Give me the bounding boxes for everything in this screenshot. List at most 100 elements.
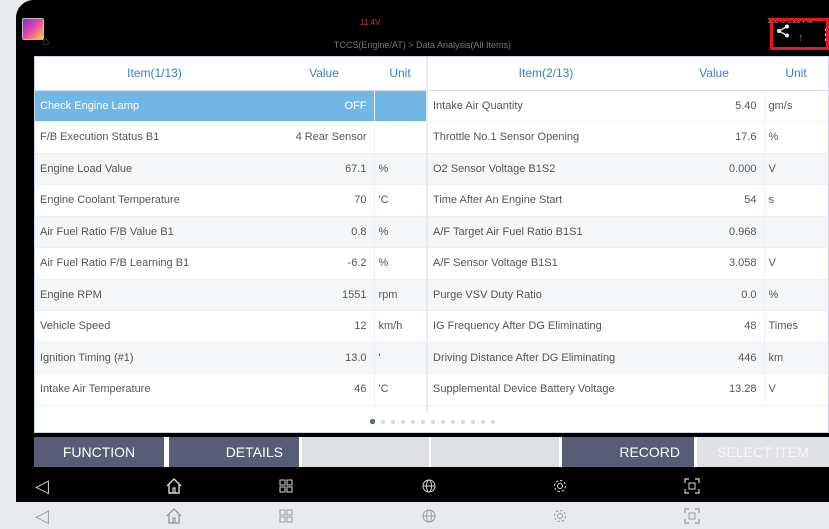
row-value: 1551 bbox=[274, 279, 374, 311]
row-unit: % bbox=[373, 216, 426, 248]
row-name: Ignition Timing (#1) bbox=[35, 342, 274, 374]
row-value: 446 bbox=[664, 342, 764, 374]
recent-apps-icon[interactable] bbox=[266, 502, 306, 529]
page-dot[interactable] bbox=[391, 419, 395, 424]
row-value: 5.40 bbox=[664, 90, 764, 122]
page-dot[interactable] bbox=[481, 419, 485, 424]
page-dot[interactable] bbox=[441, 419, 445, 424]
row-name: Time After An Engine Start bbox=[428, 184, 664, 217]
row-unit: s bbox=[763, 184, 828, 217]
row-name: F/B Execution Status B1 bbox=[35, 121, 274, 154]
table-row[interactable]: Vehicle Speed 12 km/h bbox=[35, 310, 426, 343]
tablet-screen: ⌂ 11:4V 100% 3:26 PM TCCS(Engine/AT) > D… bbox=[16, 0, 829, 529]
row-unit bbox=[763, 216, 828, 248]
table-row[interactable]: Engine Coolant Temperature 70 'C bbox=[35, 184, 426, 217]
screenshot-icon[interactable] bbox=[672, 502, 712, 529]
row-name: A/F Target Air Fuel Ratio B1S1 bbox=[428, 216, 664, 248]
page-dot[interactable] bbox=[451, 419, 455, 424]
page-dot[interactable] bbox=[431, 419, 435, 424]
settings-icon[interactable] bbox=[540, 472, 580, 500]
table-row[interactable]: Air Fuel Ratio F/B Value B1 0.8% bbox=[35, 216, 426, 248]
table-row[interactable]: Check Engine Lamp OFF bbox=[35, 90, 426, 122]
column-header-item[interactable]: Item(2/13) bbox=[428, 57, 664, 91]
row-unit: V bbox=[763, 373, 828, 406]
row-unit: gm/s bbox=[763, 90, 828, 122]
settings-icon[interactable] bbox=[540, 502, 580, 529]
table-row[interactable]: O2 Sensor Voltage B1S2 0.000 V bbox=[428, 153, 828, 185]
row-name: Supplemental Device Battery Voltage bbox=[428, 373, 664, 406]
table-row[interactable]: A/F Target Air Fuel Ratio B1S1 0.968 bbox=[428, 216, 828, 248]
table-row[interactable]: F/B Execution Status B1 4 Rear Sensor bbox=[35, 121, 426, 154]
table-row[interactable]: Engine RPM 1551 rpm bbox=[35, 279, 426, 311]
table-row[interactable]: Air Fuel Ratio F/B Learning B1 -6.2% bbox=[35, 247, 426, 280]
page-dot[interactable] bbox=[471, 419, 475, 424]
page-dot[interactable] bbox=[461, 419, 465, 424]
row-name: Purge VSV Duty Ratio bbox=[428, 279, 664, 311]
row-name: Engine RPM bbox=[35, 279, 274, 311]
status-clock: 11:4V bbox=[360, 18, 381, 27]
row-value: -6.2 bbox=[274, 247, 374, 280]
table-row[interactable]: Driving Distance After DG Eliminating 446… bbox=[428, 342, 828, 374]
row-name: Intake Air Quantity bbox=[428, 90, 664, 122]
home-icon[interactable] bbox=[154, 502, 194, 529]
page-dot[interactable] bbox=[421, 419, 425, 424]
button-bar: FUNCTION DETAILS RECORD SELECT ITEM bbox=[34, 437, 829, 467]
details-button[interactable]: DETAILS bbox=[169, 437, 299, 467]
row-unit: % bbox=[373, 247, 426, 280]
table-row[interactable]: Throttle No.1 Sensor Opening 17.6% bbox=[428, 121, 828, 154]
table-row[interactable]: Supplemental Device Battery Voltage 13.28… bbox=[428, 373, 828, 406]
row-value: 0.000 bbox=[664, 153, 764, 185]
page-dot[interactable] bbox=[411, 419, 415, 424]
table-row[interactable]: Time After An Engine Start 54 s bbox=[428, 184, 828, 217]
row-value: 54 bbox=[664, 184, 764, 217]
select-item-button[interactable]: SELECT ITEM bbox=[697, 437, 829, 467]
page-dot[interactable] bbox=[491, 419, 495, 424]
table-row[interactable]: IG Frequency After DG Eliminating 48 Times bbox=[428, 310, 828, 343]
column-header-value[interactable]: Value bbox=[274, 57, 374, 91]
page-dot[interactable] bbox=[381, 419, 385, 424]
record-button[interactable]: RECORD bbox=[562, 437, 694, 467]
page-indicator[interactable] bbox=[35, 417, 829, 427]
row-unit bbox=[373, 121, 426, 154]
home-icon[interactable] bbox=[154, 472, 194, 500]
recent-apps-icon[interactable] bbox=[266, 472, 306, 500]
row-name: Intake Air Temperature bbox=[35, 373, 274, 406]
row-name: Check Engine Lamp bbox=[35, 90, 274, 122]
page-dot[interactable] bbox=[401, 419, 405, 424]
table-row[interactable]: A/F Sensor Voltage B1S1 3.058 V bbox=[428, 247, 828, 280]
row-unit: km bbox=[763, 342, 828, 374]
row-value: 17.6 bbox=[664, 121, 764, 154]
table-row[interactable]: Ignition Timing (#1) 13.0 ' bbox=[35, 342, 426, 374]
browser-icon[interactable] bbox=[409, 502, 449, 529]
navigation-bar: ◁ bbox=[16, 472, 829, 500]
column-header-item[interactable]: Item(1/13) bbox=[35, 57, 274, 91]
row-unit bbox=[373, 90, 426, 122]
back-icon[interactable]: ◁ bbox=[22, 472, 62, 500]
table-row[interactable]: Intake Air Quantity 5.40 gm/s bbox=[428, 90, 828, 122]
column-header-unit[interactable]: Unit bbox=[374, 57, 426, 91]
row-value: 4 Rear Sensor bbox=[274, 121, 374, 154]
function-button[interactable]: FUNCTION bbox=[34, 437, 164, 467]
row-value: 3.058 bbox=[664, 247, 764, 280]
row-unit: % bbox=[373, 153, 426, 185]
back-icon[interactable]: ◁ bbox=[22, 502, 62, 529]
empty-button-slot bbox=[431, 437, 559, 467]
screenshot-icon[interactable] bbox=[672, 472, 712, 500]
table-row[interactable]: Intake Air Temperature 46 'C bbox=[35, 373, 426, 406]
row-unit: ' bbox=[373, 342, 426, 374]
table-row[interactable]: Purge VSV Duty Ratio 0.0% bbox=[428, 279, 828, 311]
row-unit: rpm bbox=[373, 279, 426, 311]
browser-icon[interactable] bbox=[409, 472, 449, 500]
row-name: Air Fuel Ratio F/B Value B1 bbox=[35, 216, 274, 248]
column-header-value[interactable]: Value bbox=[664, 57, 764, 91]
row-name: Air Fuel Ratio F/B Learning B1 bbox=[35, 247, 274, 280]
column-header-unit[interactable]: Unit bbox=[764, 57, 828, 91]
row-value: 46 bbox=[274, 373, 374, 406]
app-icon[interactable] bbox=[22, 18, 44, 40]
table-row[interactable]: Engine Load Value 67.1% bbox=[35, 153, 426, 185]
row-name: O2 Sensor Voltage B1S2 bbox=[428, 153, 664, 185]
row-unit: % bbox=[763, 279, 828, 311]
row-value: 13.0 bbox=[274, 342, 374, 374]
data-panel: Item(1/13) Value Unit Check Engine Lamp O… bbox=[34, 56, 829, 433]
page-dot[interactable] bbox=[370, 419, 375, 425]
